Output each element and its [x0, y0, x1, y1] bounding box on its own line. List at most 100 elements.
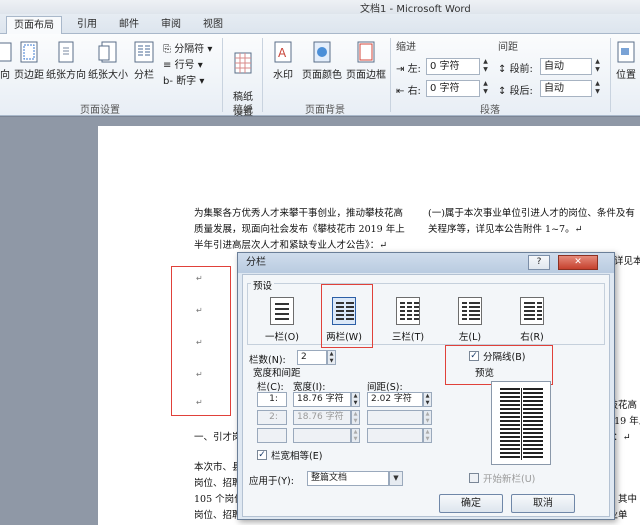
- hyphenation-button[interactable]: b‐ 断字 ▾: [163, 72, 204, 87]
- width-header: 宽度(I):: [293, 382, 326, 393]
- ribbon-separator: [390, 38, 391, 112]
- num-columns-field[interactable]: 2: [297, 350, 327, 365]
- indent-right-spinner[interactable]: ▲ ▼: [481, 80, 490, 97]
- indent-left-field[interactable]: 0 字符: [426, 58, 480, 75]
- spacing-before-field[interactable]: 自动: [540, 58, 592, 75]
- equal-width-checkbox[interactable]: ✓: [257, 450, 267, 460]
- col-number-2: 2:: [257, 410, 287, 425]
- page-color-button[interactable]: 页面颜色: [300, 40, 344, 81]
- paper-size-icon: [97, 40, 119, 64]
- tab-mailings[interactable]: 邮件: [112, 16, 146, 34]
- preview-pane: [491, 381, 551, 465]
- ribbon-separator: [222, 38, 223, 112]
- spacing-before-spinner[interactable]: ▲ ▼: [593, 58, 602, 75]
- paragraph-group-label: 段落: [480, 105, 500, 116]
- num-columns-label: 栏数(N):: [249, 355, 286, 366]
- manuscript-group-label: 稿纸: [233, 105, 253, 116]
- tab-view[interactable]: 视图: [196, 16, 230, 34]
- width-spinner-3[interactable]: ▲ ▼: [351, 428, 360, 443]
- right-col-line-1: (一)属于本次事业单位引进人才的岗位、条件及有: [428, 208, 635, 219]
- indent-right-field[interactable]: 0 字符: [426, 80, 480, 97]
- cancel-button[interactable]: 取消: [511, 494, 575, 513]
- orientation-button[interactable]: 纸张方向: [46, 40, 86, 81]
- left-column-icon: [458, 297, 482, 325]
- indent-label: 缩进: [396, 42, 416, 53]
- highlight-box-left: [171, 266, 231, 416]
- spacing-after-field[interactable]: 自动: [540, 80, 592, 97]
- preset-left[interactable]: 左(L): [445, 297, 495, 343]
- one-column-icon: [270, 297, 294, 325]
- preview-separator-line: [521, 388, 522, 460]
- line-between-checkbox[interactable]: ✓: [469, 351, 479, 361]
- indent-right-icon: ⇤: [396, 86, 408, 97]
- columns-button[interactable]: 分栏: [130, 40, 158, 81]
- hyphenation-icon: b‐: [163, 76, 177, 87]
- spacing-before-label: ↕ 段前:: [498, 64, 533, 75]
- indent-left-spinner[interactable]: ▲ ▼: [481, 58, 490, 75]
- page-borders-icon: [355, 40, 377, 64]
- spacing-spinner-1[interactable]: ▲ ▼: [423, 392, 432, 407]
- col-number-1: 1:: [257, 392, 287, 407]
- spacing-spinner-2[interactable]: ▲ ▼: [423, 410, 432, 425]
- spacing-before-icon: ↕: [498, 64, 510, 75]
- indent-left-label: ⇥ 左:: [396, 64, 421, 75]
- chevron-down-icon[interactable]: ▼: [389, 471, 403, 486]
- apply-to-select[interactable]: 整篇文档: [307, 471, 389, 486]
- preset-right[interactable]: 右(R): [507, 297, 557, 343]
- num-columns-spinner[interactable]: ▲ ▼: [327, 350, 336, 365]
- width-spacing-label: 宽度和间距: [253, 368, 301, 379]
- columns-dialog: 分栏 ? ✕ 预设 一栏(O) 两栏(W) 三栏(T) 左(L) 右(R) 栏数…: [237, 252, 615, 520]
- help-button[interactable]: ?: [528, 255, 550, 270]
- start-new-column-label: 开始新栏(U): [483, 474, 536, 485]
- breaks-icon: ⎘: [163, 44, 175, 55]
- left-col-line-2: 质量发展，现面向社会发布《攀枝花市 2019 年上: [194, 224, 405, 235]
- body-line-4: 岗位、招聘: [194, 510, 242, 521]
- spacing-header: 间距(S):: [367, 382, 403, 393]
- three-columns-icon: [396, 297, 420, 325]
- width-spinner-1[interactable]: ▲ ▼: [351, 392, 360, 407]
- spacing-after-icon: ↕: [498, 86, 510, 97]
- spacing-field-1[interactable]: 2.02 字符: [367, 392, 423, 407]
- tab-page-layout[interactable]: 页面布局: [6, 16, 62, 35]
- tab-references[interactable]: 引用: [70, 16, 104, 34]
- presets-label: 预设: [251, 278, 275, 292]
- indent-left-icon: ⇥: [396, 64, 408, 75]
- size-button[interactable]: 纸张大小: [86, 40, 130, 81]
- ok-button[interactable]: 确定: [439, 494, 503, 513]
- spacing-field-3[interactable]: [367, 428, 423, 443]
- width-field-3[interactable]: [293, 428, 351, 443]
- start-new-column-checkbox[interactable]: [469, 473, 479, 483]
- spacing-spinner-3[interactable]: ▲ ▼: [423, 428, 432, 443]
- body-line-1: 本次市、县: [194, 462, 242, 473]
- left-col-line-1: 为集聚各方优秀人才来攀干事创业，推动攀枝花高: [194, 208, 404, 219]
- page-setup-group-label: 页面设置: [80, 105, 120, 116]
- width-spinner-2[interactable]: ▲ ▼: [351, 410, 360, 425]
- line-numbers-button[interactable]: ≡ 行号 ▾: [163, 56, 203, 71]
- margins-button[interactable]: 页边距: [12, 40, 46, 81]
- manuscript-icon: [232, 51, 254, 75]
- watermark-icon: A: [272, 40, 294, 64]
- preview-label: 预览: [475, 368, 495, 379]
- ribbon-separator: [610, 38, 611, 112]
- section-heading: 一、引才岗: [194, 432, 242, 443]
- spacing-after-spinner[interactable]: ▲ ▼: [593, 80, 602, 97]
- page-background-group-label: 页面背景: [305, 105, 345, 116]
- window-title: 文档1 - Microsoft Word: [360, 4, 471, 15]
- preset-three[interactable]: 三栏(T): [383, 297, 433, 343]
- spacing-field-2[interactable]: [367, 410, 423, 425]
- tab-review[interactable]: 审阅: [154, 16, 188, 34]
- text-direction-icon: [0, 40, 12, 64]
- close-button[interactable]: ✕: [558, 255, 598, 270]
- page-borders-button[interactable]: 页面边框: [344, 40, 388, 81]
- highlight-box-two-columns: [321, 284, 373, 348]
- width-field-1[interactable]: 18.76 字符: [293, 392, 351, 407]
- equal-width-label: 栏宽相等(E): [271, 451, 323, 462]
- position-icon: [615, 40, 637, 64]
- line-between-label: 分隔线(B): [483, 352, 526, 363]
- breaks-button[interactable]: ⎘ 分隔符 ▾: [163, 40, 212, 55]
- preset-one[interactable]: 一栏(O): [257, 297, 307, 343]
- col-header: 栏(C):: [257, 382, 284, 393]
- position-button[interactable]: 位置: [612, 40, 640, 81]
- watermark-button[interactable]: A 水印: [268, 40, 298, 81]
- width-field-2[interactable]: 18.76 字符: [293, 410, 351, 425]
